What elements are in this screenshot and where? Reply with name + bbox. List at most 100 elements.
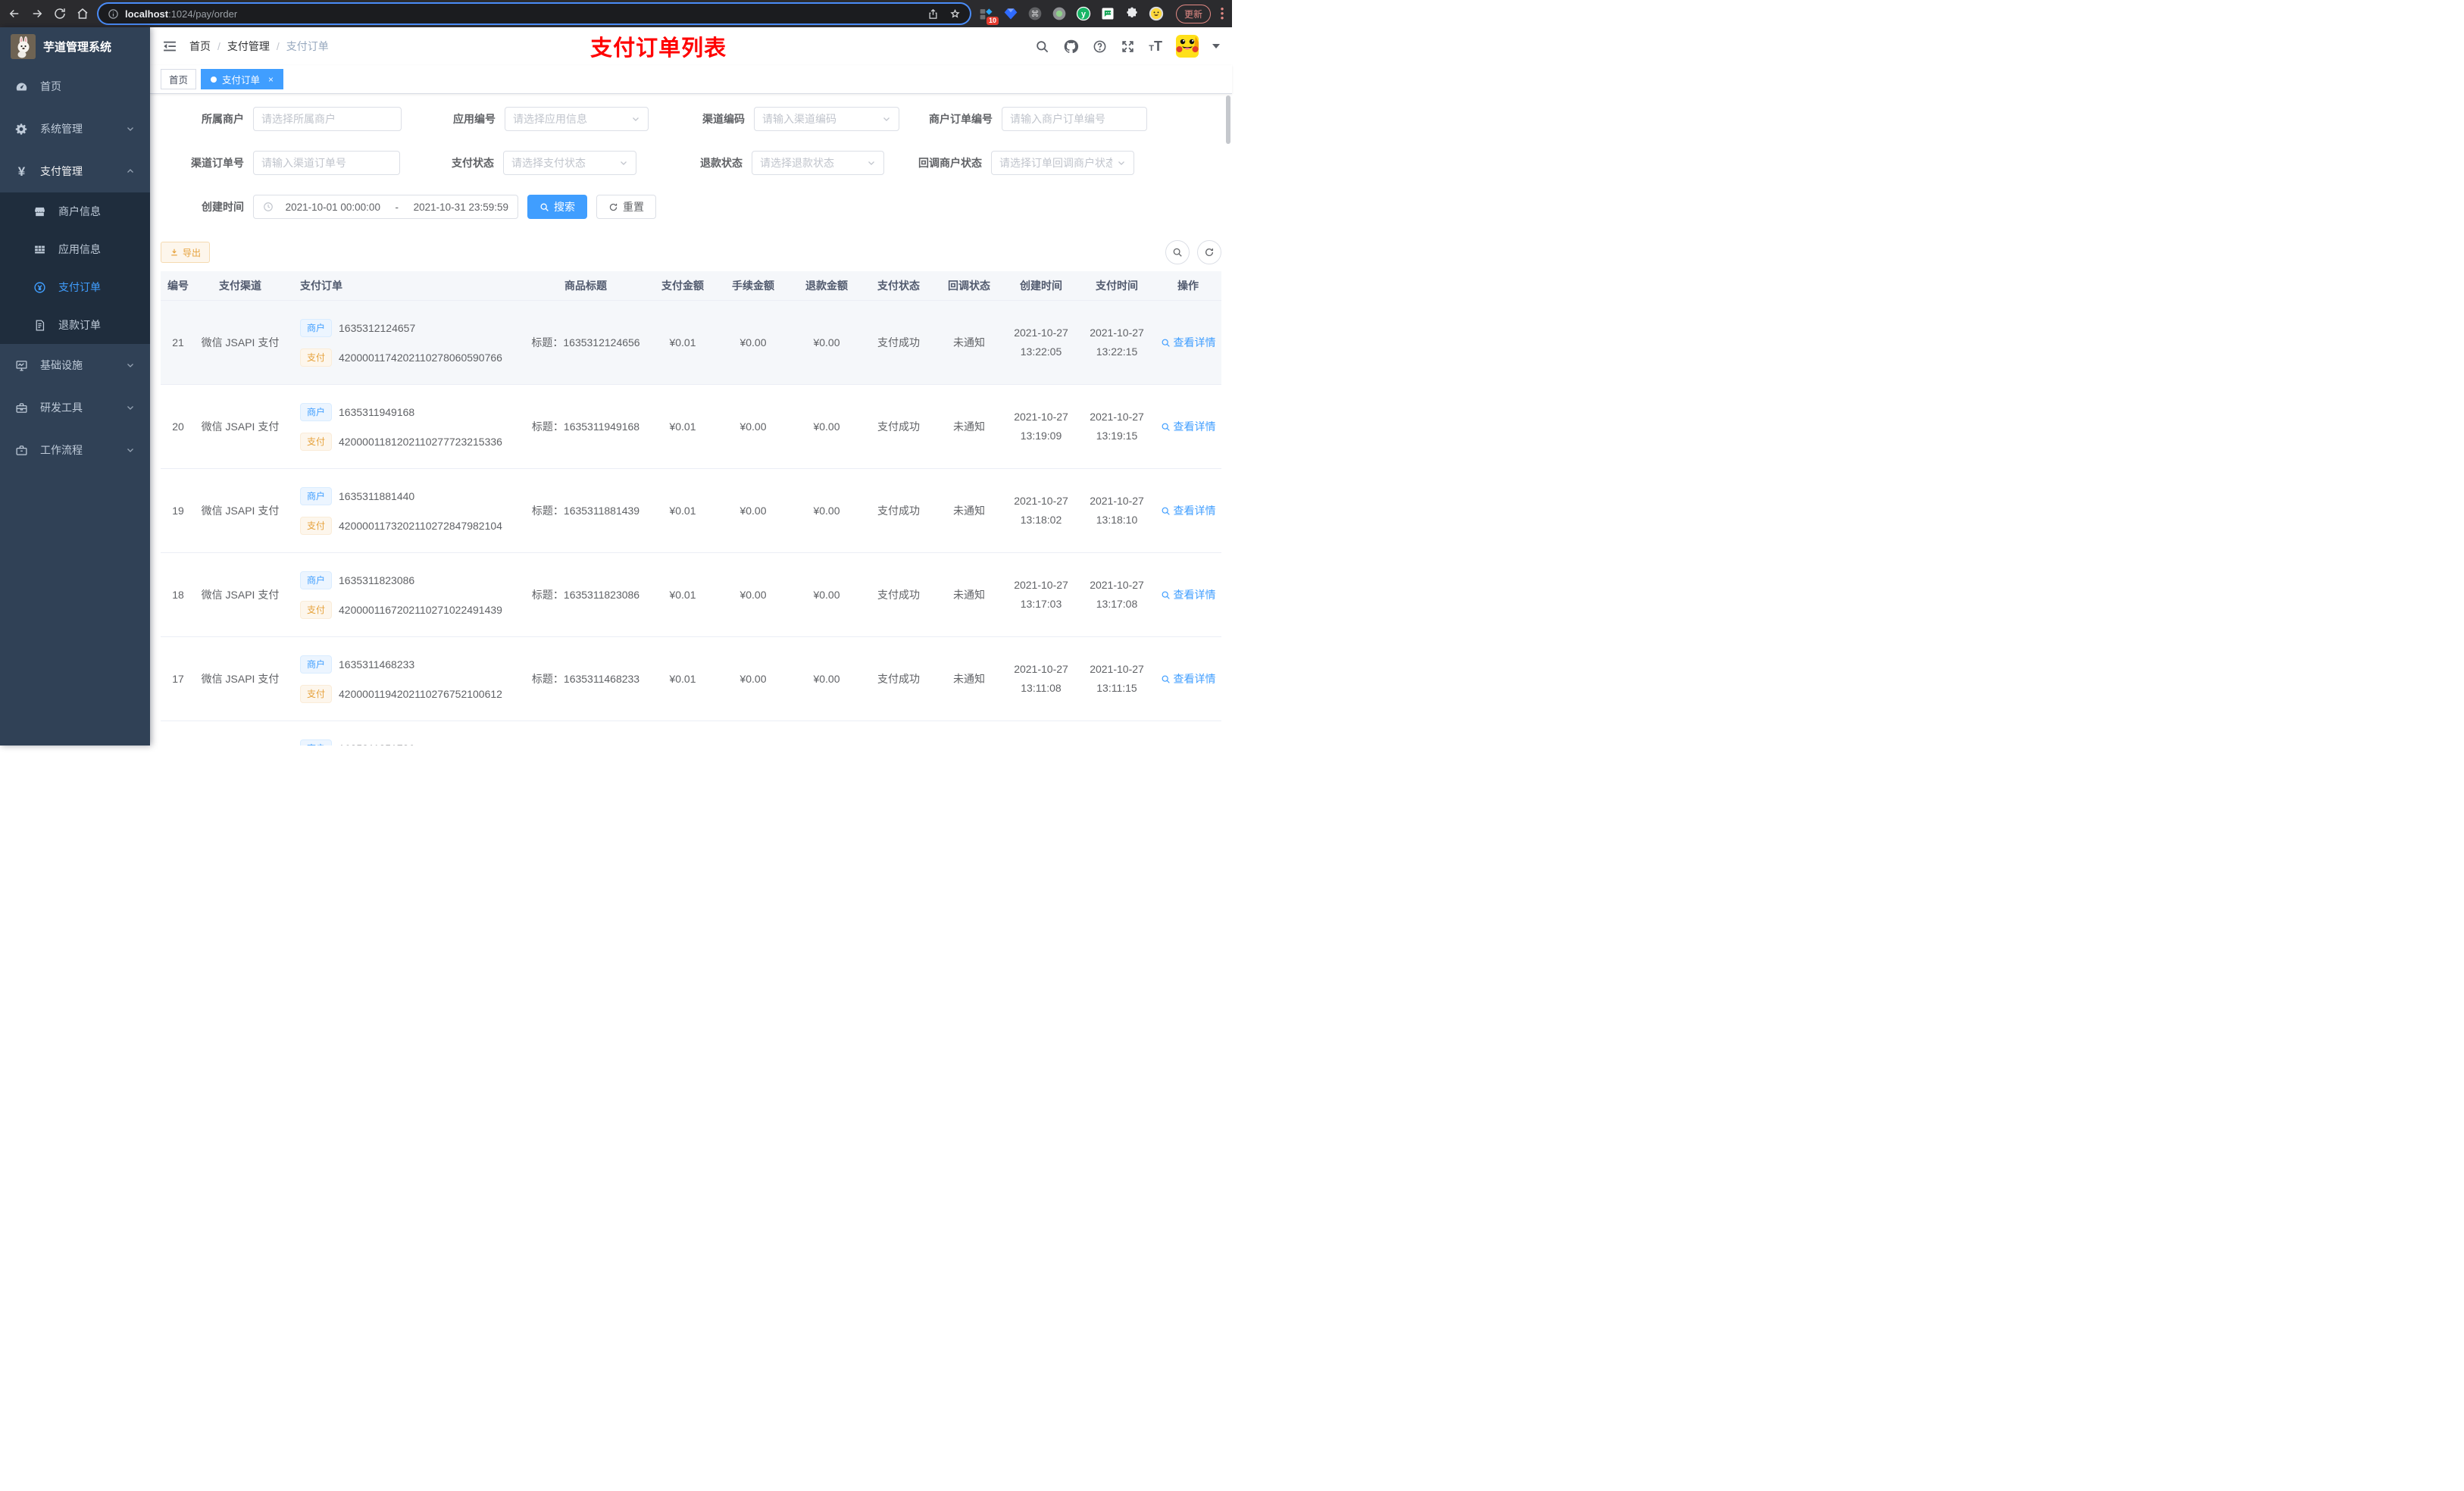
refresh-button[interactable]	[1197, 240, 1221, 264]
extension-badge: 10	[986, 17, 999, 25]
channel-order-no-input[interactable]	[253, 151, 400, 175]
merchant-tag: 商户	[300, 655, 333, 674]
cell-channel: 微信 JSAPI 支付	[201, 420, 280, 433]
notify-status-select[interactable]	[991, 151, 1134, 175]
monitor-chart-icon	[15, 359, 28, 372]
export-button[interactable]: 导出	[161, 242, 211, 263]
merchant-order-no-input[interactable]	[1002, 107, 1147, 131]
filter-form: 所属商户 应用编号 渠道编码 商户订单编号 渠道订单号 支付状态 退款状态	[150, 94, 1232, 230]
share-icon[interactable]	[927, 8, 939, 20]
sidebar-item-refund-order[interactable]: 退款订单	[0, 306, 150, 344]
date-range-picker[interactable]: 2021-10-01 00:00:00 - 2021-10-31 23:59:5…	[253, 195, 518, 219]
shop-icon	[33, 205, 46, 218]
extensions-puzzle-icon[interactable]	[1124, 6, 1140, 21]
profile-avatar-icon[interactable]	[1149, 6, 1164, 21]
sidebar-item-infra[interactable]: 基础设施	[0, 344, 150, 386]
pay-order-no: 4200001181202110277723215336	[339, 435, 502, 448]
reload-icon[interactable]	[53, 7, 67, 20]
cell-notify-status: 未通知	[953, 505, 985, 517]
sidebar-item-system[interactable]: 系统管理	[0, 108, 150, 150]
cell-amount: ¥0.01	[669, 420, 696, 433]
fullscreen-icon[interactable]	[1121, 39, 1135, 54]
table-row-partial: 商户 1635311251736	[161, 721, 1221, 746]
sidebar-item-home[interactable]: 首页	[0, 65, 150, 108]
sidebar-item-dev-tools[interactable]: 研发工具	[0, 386, 150, 429]
pay-status-select[interactable]	[503, 151, 636, 175]
extension-y-icon[interactable]: y	[1076, 6, 1091, 21]
app-window: localhost:1024/pay/order 10 ⌘ y 更新 • • • 芋…	[0, 0, 1232, 746]
table-row: 21 微信 JSAPI 支付 商户 1635312124657 支付 4200001…	[161, 301, 1221, 385]
cell-created-time: 2021-10-27 13:19:09	[1014, 411, 1068, 442]
sidebar-item-app-info[interactable]: 应用信息	[0, 230, 150, 268]
view-detail-link[interactable]: 查看详情	[1161, 503, 1216, 518]
cell-channel: 微信 JSAPI 支付	[201, 589, 280, 601]
browser-update-button[interactable]: 更新	[1175, 4, 1211, 23]
user-avatar[interactable]	[1176, 35, 1199, 58]
chevron-down-icon	[1117, 158, 1126, 167]
search-button[interactable]: 搜索	[527, 195, 587, 219]
tab-home[interactable]: 首页	[161, 69, 197, 89]
logo: 芋道管理系统	[0, 27, 150, 65]
avatar-caret-icon[interactable]	[1212, 44, 1220, 48]
github-icon[interactable]	[1063, 39, 1079, 55]
extension-tag-manager-icon[interactable]: 10	[979, 6, 999, 25]
view-detail-link[interactable]: 查看详情	[1161, 671, 1216, 686]
cell-refund: ¥0.00	[813, 336, 840, 349]
merchant-order-no: 1635311949168	[339, 405, 415, 418]
forward-icon[interactable]	[30, 7, 44, 20]
pay-order-no: 4200001173202110272847982104	[339, 519, 502, 532]
tab-pay-order[interactable]: 支付订单 ×	[201, 69, 284, 89]
chevron-down-icon	[631, 114, 640, 123]
sidebar-fold-icon[interactable]	[162, 39, 177, 54]
channel-code-select[interactable]	[754, 107, 899, 131]
app-id-select[interactable]	[505, 107, 649, 131]
cell-created-time: 2021-10-27 13:18:02	[1014, 495, 1068, 526]
cell-pay-order: 商户 1635312124657 支付 4200001174202110278060…	[285, 301, 521, 384]
close-tab-icon[interactable]: ×	[268, 74, 274, 85]
sidebar-item-workflow[interactable]: 工作流程	[0, 429, 150, 471]
toolbox-icon	[15, 402, 28, 414]
help-icon[interactable]	[1093, 39, 1107, 54]
view-detail-link[interactable]: 查看详情	[1161, 587, 1216, 602]
page-title: 支付订单列表	[590, 36, 727, 61]
view-detail-link[interactable]: 查看详情	[1161, 335, 1216, 350]
cell-amount: ¥0.01	[669, 673, 696, 685]
reset-button[interactable]: 重置	[596, 195, 656, 219]
address-bar[interactable]: localhost:1024/pay/order	[98, 4, 970, 23]
breadcrumb-pay-manage[interactable]: 支付管理	[227, 39, 270, 54]
bookmark-star-icon[interactable]	[949, 8, 961, 20]
pay-order-icon	[33, 281, 46, 294]
toggle-search-button[interactable]	[1165, 240, 1190, 264]
cell-notify-status: 未通知	[953, 589, 985, 601]
back-icon[interactable]	[8, 7, 21, 20]
date-start: 2021-10-01 00:00:00	[285, 201, 380, 213]
sidebar-item-merchant-info[interactable]: 商户信息	[0, 192, 150, 230]
url-text: localhost:1024/pay/order	[125, 8, 238, 20]
cell-pay-status: 支付成功	[877, 673, 920, 685]
home-icon[interactable]	[76, 7, 89, 20]
sidebar-item-pay[interactable]: ¥ 支付管理	[0, 150, 150, 192]
extension-sketch-icon[interactable]	[1003, 6, 1018, 21]
merchant-input[interactable]	[261, 113, 393, 125]
cell-fee: ¥0.00	[740, 505, 767, 517]
chevron-down-icon	[126, 445, 135, 455]
table-row: 20 微信 JSAPI 支付 商户 1635311949168 支付 4200001…	[161, 385, 1221, 469]
search-icon[interactable]	[1035, 39, 1049, 54]
extension-command-icon[interactable]: ⌘	[1027, 6, 1043, 21]
view-detail-link[interactable]: 查看详情	[1161, 419, 1216, 434]
sidebar-item-pay-order[interactable]: 支付订单	[0, 268, 150, 306]
extension-chat-icon[interactable]	[1100, 6, 1115, 21]
extension-recorder-icon[interactable]	[1052, 6, 1067, 21]
cell-fee: ¥0.00	[740, 420, 767, 433]
merchant-order-no: 1635311881440	[339, 489, 415, 502]
merchant-select[interactable]	[253, 107, 402, 131]
refund-status-select[interactable]	[752, 151, 884, 175]
cell-id: 21	[172, 336, 184, 349]
merchant-tag: 商户	[300, 402, 333, 421]
chevron-down-icon	[126, 403, 135, 412]
browser-menu-icon[interactable]: • • •	[1220, 4, 1224, 22]
font-size-icon[interactable]: TT	[1149, 39, 1162, 53]
site-info-icon[interactable]	[108, 8, 119, 20]
breadcrumb-home[interactable]: 首页	[189, 39, 211, 54]
scrollbar-thumb[interactable]	[1226, 95, 1230, 144]
